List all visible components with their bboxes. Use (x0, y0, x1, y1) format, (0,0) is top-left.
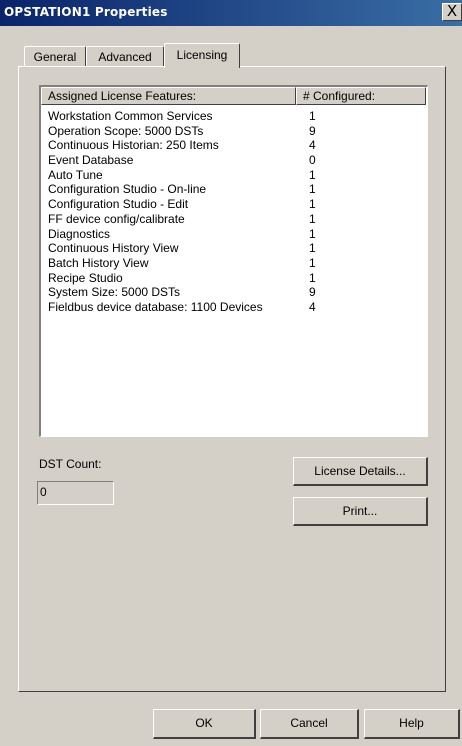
feature-name: Diagnostics (48, 226, 111, 241)
list-header: Assigned License Features: # Configured: (41, 87, 426, 105)
tab-licensing[interactable]: Licensing (164, 43, 240, 68)
configured-count: 9 (309, 285, 316, 300)
print-button-label: Print... (342, 504, 378, 518)
feature-name: Auto Tune (48, 167, 103, 182)
list-item[interactable]: Configuration Studio - On-line 1 (41, 182, 426, 197)
feature-name: Continuous History View (48, 241, 179, 256)
close-icon: X (446, 2, 458, 20)
list-item[interactable]: Recipe Studio 1 (41, 271, 426, 286)
list-item[interactable]: Diagnostics 1 (41, 227, 426, 242)
feature-name: Continuous Historian: 250 Items (48, 138, 219, 153)
list-item[interactable]: Fieldbus device database: 1100 Devices 4 (41, 300, 426, 315)
properties-dialog: OPSTATION1 Properties X General Advanced… (0, 0, 462, 746)
feature-name: Configuration Studio - Edit (48, 197, 189, 212)
help-button[interactable]: Help (364, 709, 460, 739)
tab-general-label: General (33, 50, 77, 64)
configured-count: 0 (309, 153, 316, 168)
ok-button-label: OK (195, 716, 213, 730)
close-button[interactable]: X (442, 3, 462, 21)
feature-name: Recipe Studio (48, 270, 123, 285)
configured-count: 1 (309, 226, 316, 241)
tab-licensing-label: Licensing (176, 48, 228, 62)
license-details-button[interactable]: License Details... (293, 457, 428, 486)
feature-name: FF device config/calibrate (48, 211, 185, 226)
help-button-label: Help (399, 716, 424, 730)
feature-name: Operation Scope: 5000 DSTs (48, 123, 204, 138)
cancel-button-label: Cancel (290, 716, 328, 730)
list-item[interactable]: Continuous Historian: 250 Items 4 (41, 138, 426, 153)
print-button[interactable]: Print... (293, 497, 428, 526)
column-header-configured[interactable]: # Configured: (296, 87, 426, 105)
list-item[interactable]: Operation Scope: 5000 DSTs 9 (41, 124, 426, 139)
configured-count: 1 (309, 182, 316, 197)
list-item[interactable]: Configuration Studio - Edit 1 (41, 197, 426, 212)
list-item[interactable]: System Size: 5000 DSTs 9 (41, 285, 426, 300)
configured-count: 1 (309, 109, 316, 123)
list-item[interactable]: Batch History View 1 (41, 256, 426, 271)
license-details-button-label: License Details... (314, 464, 406, 478)
ok-button[interactable]: OK (153, 709, 256, 739)
configured-count: 1 (309, 167, 316, 182)
tab-advanced[interactable]: Advanced (86, 46, 164, 68)
feature-name: Configuration Studio - On-line (48, 182, 207, 197)
licensing-panel: Assigned License Features: # Configured:… (18, 66, 446, 692)
license-features-list[interactable]: Assigned License Features: # Configured:… (39, 85, 428, 437)
configured-count: 9 (309, 123, 316, 138)
window-title: OPSTATION1 Properties (4, 5, 168, 19)
configured-count: 1 (309, 197, 316, 212)
list-item[interactable]: Workstation Common Services 1 (41, 109, 426, 124)
list-item[interactable]: Auto Tune 1 (41, 168, 426, 183)
feature-name: Fieldbus device database: 1100 Devices (48, 299, 263, 314)
feature-name: Workstation Common Services (48, 109, 213, 123)
configured-count: 1 (309, 255, 316, 270)
list-item[interactable]: Event Database 0 (41, 153, 426, 168)
feature-name: System Size: 5000 DSTs (48, 285, 181, 300)
configured-count: 1 (309, 270, 316, 285)
title-bar[interactable]: OPSTATION1 Properties X (0, 0, 462, 26)
dst-count-value: 0 (40, 485, 47, 499)
dst-count-label: DST Count: (39, 457, 102, 471)
list-item[interactable]: Continuous History View 1 (41, 241, 426, 256)
column-header-features[interactable]: Assigned License Features: (41, 87, 296, 105)
list-item[interactable]: FF device config/calibrate 1 (41, 212, 426, 227)
column-header-configured-label: # Configured: (303, 89, 376, 103)
dst-count-field: 0 (37, 481, 114, 505)
feature-name: Batch History View (48, 255, 149, 270)
tab-general[interactable]: General (24, 46, 86, 68)
cancel-button[interactable]: Cancel (260, 709, 359, 739)
configured-count: 4 (309, 138, 316, 153)
tab-advanced-label: Advanced (98, 50, 152, 64)
configured-count: 1 (309, 241, 316, 256)
configured-count: 1 (309, 211, 316, 226)
feature-name: Event Database (48, 153, 134, 168)
column-header-features-label: Assigned License Features: (48, 89, 197, 103)
list-rows: Workstation Common Services 1 Operation Sc… (41, 109, 426, 315)
configured-count: 4 (309, 299, 316, 314)
